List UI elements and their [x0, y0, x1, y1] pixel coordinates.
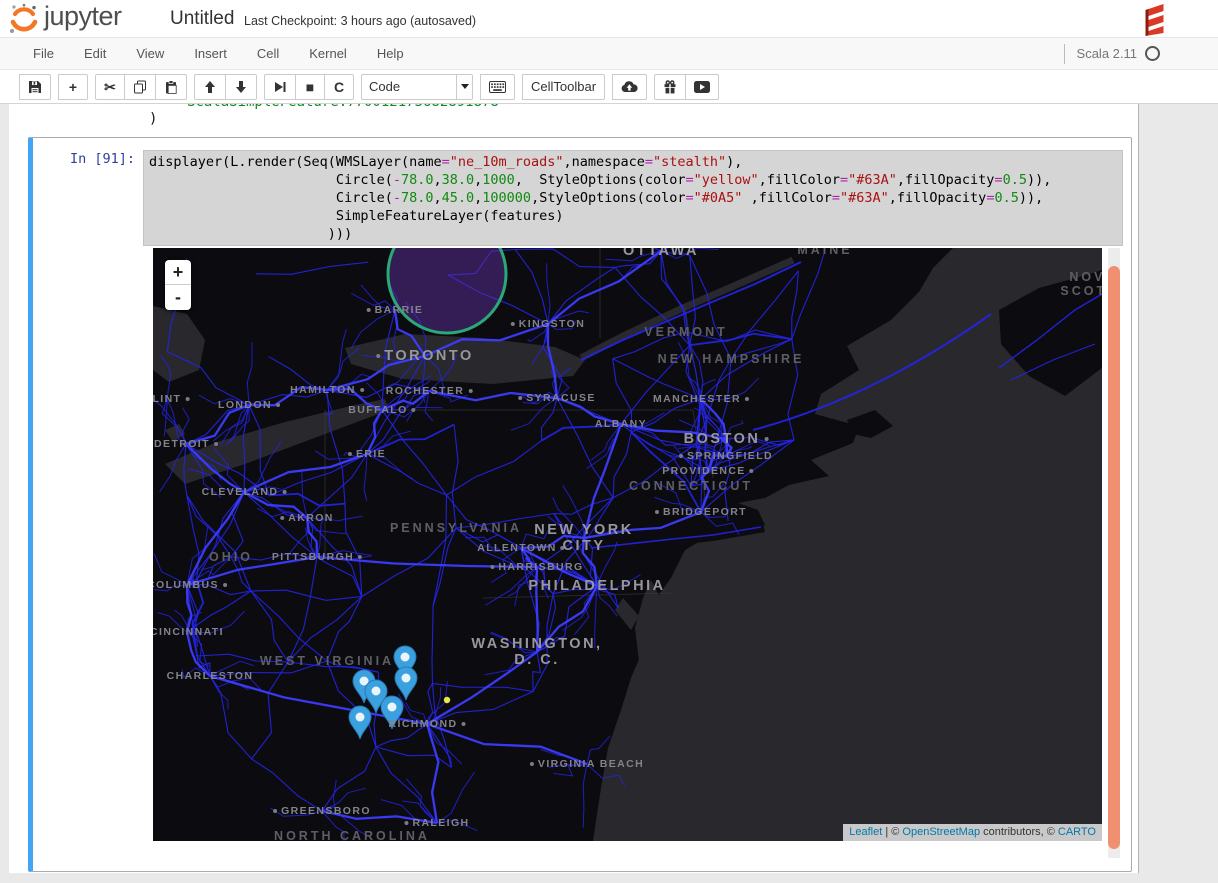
cell-type-value: Code — [362, 75, 456, 99]
menu-items: FileEditViewInsertCellKernelHelp — [18, 38, 419, 69]
add-cell-icon: + — [69, 80, 77, 94]
move-cell-down-button[interactable] — [225, 74, 257, 100]
code-text: displayer(L.render(Seq(WMSLayer(name="ne… — [144, 151, 1122, 245]
jupyter-logo-icon — [8, 3, 40, 35]
move-down-icon — [234, 80, 248, 94]
attribution-text: contributors, © — [980, 826, 1058, 838]
cut-icon: ✂ — [104, 80, 116, 94]
attribution-text: | © — [882, 826, 902, 838]
jupyter-wordmark: jupyter — [44, 1, 122, 32]
stop-icon: ■ — [306, 80, 314, 94]
map-svg — [153, 248, 1102, 841]
keyboard-icon — [489, 81, 506, 93]
video-button[interactable] — [685, 74, 719, 100]
menu-item-edit[interactable]: Edit — [69, 38, 121, 69]
notebook-container: ScalaSimpleFeature:770012175682891878 ) … — [9, 104, 1139, 873]
paste-icon — [164, 80, 178, 94]
selected-code-cell[interactable]: In [91]: displayer(L.render(Seq(WMSLayer… — [28, 137, 1132, 872]
cloud-upload-icon — [621, 80, 638, 93]
map-attribution: Leaflet | © OpenStreetMap contributors, … — [843, 824, 1102, 841]
video-icon — [694, 81, 710, 93]
copy-icon — [133, 80, 147, 94]
map-zoom-control: + - — [165, 260, 191, 310]
notebook-page: ScalaSimpleFeature:770012175682891878 ) … — [0, 104, 1218, 883]
zoom-in-button[interactable]: + — [165, 260, 191, 285]
restart-icon: C — [334, 80, 344, 94]
leaflet-map[interactable]: OTTAWABARRIEKINGSTONTORONTOHAMILTONLONDO… — [153, 248, 1102, 841]
menu-item-help[interactable]: Help — [362, 38, 419, 69]
input-prompt: In [91]: — [41, 151, 135, 167]
kernel-indicator: Scala 2.11 — [1064, 38, 1160, 69]
notebook-header: jupyter Untitled Last Checkpoint: 3 hour… — [0, 0, 1218, 37]
run-icon — [273, 80, 287, 94]
select-caret-box — [456, 75, 472, 99]
attribution-link[interactable]: OpenStreetMap — [902, 826, 980, 838]
kernel-divider — [1064, 44, 1065, 64]
attribution-link[interactable]: CARTO — [1058, 826, 1096, 838]
attribution-link[interactable]: Leaflet — [849, 826, 882, 838]
restart-kernel-button[interactable]: C — [324, 74, 354, 100]
previous-cell-output-clipped: ScalaSimpleFeature:770012175682891878 — [187, 104, 887, 112]
save-icon — [28, 80, 42, 94]
save-button[interactable] — [19, 74, 51, 100]
move-cell-up-button[interactable] — [194, 74, 226, 100]
copy-cell-button[interactable] — [124, 74, 156, 100]
code-editor[interactable]: displayer(L.render(Seq(WMSLayer(name="ne… — [143, 150, 1123, 246]
interrupt-kernel-button[interactable]: ■ — [295, 74, 325, 100]
zoom-out-button[interactable]: - — [165, 285, 191, 310]
kernel-name: Scala 2.11 — [1077, 46, 1137, 61]
notebook-title[interactable]: Untitled — [170, 8, 234, 30]
run-cell-button[interactable] — [264, 74, 296, 100]
command-palette-button[interactable] — [480, 74, 515, 100]
add-cell-button[interactable]: + — [58, 74, 88, 100]
menu-item-file[interactable]: File — [18, 38, 69, 69]
cut-cell-button[interactable]: ✂ — [95, 74, 125, 100]
menu-item-view[interactable]: View — [121, 38, 179, 69]
scala-logo — [1143, 2, 1166, 36]
gift-icon — [663, 80, 677, 94]
output-scrollbar-track[interactable] — [1108, 248, 1120, 858]
previous-output-text: ScalaSimpleFeature:770012175682891878 — [187, 104, 887, 110]
paste-cell-button[interactable] — [155, 74, 187, 100]
checkpoint-status: Last Checkpoint: 3 hours ago (autosaved) — [244, 14, 476, 28]
jupyter-notebook-app: jupyter Untitled Last Checkpoint: 3 hour… — [0, 0, 1218, 883]
output-scrollbar-thumb[interactable] — [1108, 266, 1120, 849]
previous-cell-close-paren: ) — [149, 111, 157, 127]
menu-item-cell[interactable]: Cell — [242, 38, 294, 69]
cell-type-select[interactable]: Code — [361, 74, 473, 100]
cell-toolbar-button[interactable]: CellToolbar — [522, 74, 605, 100]
kernel-idle-icon — [1145, 46, 1160, 61]
move-up-icon — [203, 80, 217, 94]
gift-button[interactable] — [654, 74, 686, 100]
menu-item-insert[interactable]: Insert — [179, 38, 242, 69]
cloud-upload-button[interactable] — [612, 74, 647, 100]
toolbar: + ✂ ■ C Code CellToolbar — [0, 70, 1218, 104]
menu-item-kernel[interactable]: Kernel — [294, 38, 362, 69]
map-small-circle — [444, 697, 450, 703]
menu-bar: FileEditViewInsertCellKernelHelp Scala 2… — [0, 37, 1218, 70]
chevron-down-icon — [461, 84, 469, 89]
